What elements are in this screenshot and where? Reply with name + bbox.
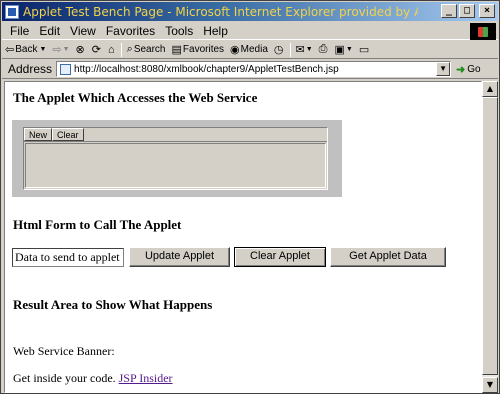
- maximize-button[interactable]: □: [459, 4, 475, 18]
- applet-toolbar: New Clear: [24, 128, 327, 142]
- page-icon: [60, 63, 72, 75]
- address-label: Address: [8, 62, 53, 76]
- back-button[interactable]: ⇦ Back ▼: [2, 42, 49, 58]
- footer-line: Get inside your code. JSP Insider: [13, 371, 173, 386]
- forward-arrow-icon: ⇨: [52, 44, 62, 56]
- search-label: Search: [133, 44, 166, 55]
- home-button[interactable]: ⌂: [105, 42, 119, 58]
- page-content: The Applet Which Accesses the Web Servic…: [4, 81, 482, 393]
- vertical-scrollbar[interactable]: ▲ ▼: [482, 81, 498, 393]
- history-button[interactable]: ◷: [271, 42, 288, 58]
- jsp-insider-link[interactable]: JSP Insider: [119, 371, 173, 385]
- media-label: Media: [240, 44, 268, 55]
- forward-button[interactable]: ⇨ ▼: [49, 42, 72, 58]
- edit-icon: ▣: [334, 44, 345, 56]
- get-applet-data-button[interactable]: Get Applet Data: [330, 247, 446, 267]
- discuss-icon: ▭: [358, 44, 370, 56]
- browser-window: Applet Test Bench Page - Microsoft Inter…: [0, 0, 500, 394]
- go-button[interactable]: ➜ Go: [456, 63, 481, 76]
- close-button[interactable]: ×: [479, 4, 495, 18]
- menu-file[interactable]: File: [2, 24, 34, 38]
- refresh-button[interactable]: ⟳: [89, 42, 105, 58]
- heading-result: Result Area to Show What Happens: [13, 297, 213, 312]
- applet-form: Data to send to applet Update Applet Cle…: [12, 247, 450, 267]
- minimize-button[interactable]: _: [441, 4, 457, 18]
- ie-page-icon: [5, 4, 19, 19]
- menu-bar: File Edit View Favorites Tools Help: [2, 22, 498, 40]
- scroll-up-icon[interactable]: ▲: [482, 81, 498, 97]
- web-service-banner-label: Web Service Banner:: [13, 344, 115, 358]
- scroll-thumb[interactable]: [482, 97, 498, 375]
- go-label: Go: [467, 63, 481, 75]
- clear-applet-button[interactable]: Clear Applet: [234, 247, 326, 267]
- print-button[interactable]: ⎙: [316, 42, 332, 58]
- window-title: Applet Test Bench Page - Microsoft Inter…: [23, 4, 418, 19]
- applet-clear-button[interactable]: Clear: [52, 128, 84, 141]
- address-bar: Address http://localhost:8080/xmlbook/ch…: [2, 60, 498, 79]
- stop-icon: ⊗: [75, 44, 85, 56]
- print-icon: ⎙: [318, 43, 328, 55]
- applet-frame: New Clear: [12, 120, 342, 197]
- toolbar: ⇦ Back ▼ ⇨ ▼ ⊗ ⟳ ⌂ ⌕ Search ▤ Favorites …: [2, 41, 498, 59]
- favorites-folder-icon: ▤: [171, 44, 182, 56]
- applet-text-area[interactable]: [25, 143, 326, 188]
- chevron-down-icon[interactable]: ▼: [436, 62, 451, 76]
- favorites-label: Favorites: [182, 44, 225, 55]
- heading-applet: The Applet Which Accesses the Web Servic…: [13, 90, 258, 105]
- scroll-down-icon[interactable]: ▼: [482, 377, 498, 393]
- stop-button[interactable]: ⊗: [73, 42, 89, 58]
- title-bar[interactable]: Applet Test Bench Page - Microsoft Inter…: [2, 2, 498, 21]
- search-button[interactable]: ⌕ Search: [124, 42, 169, 58]
- mail-button[interactable]: ✉ ▼: [293, 42, 316, 58]
- back-arrow-icon: ⇦: [5, 44, 15, 56]
- edit-button[interactable]: ▣ ▼: [331, 42, 355, 58]
- media-button[interactable]: ◉ Media: [227, 42, 271, 58]
- menu-edit[interactable]: Edit: [34, 24, 65, 38]
- heading-form: Html Form to Call The Applet: [13, 217, 182, 232]
- media-icon: ◉: [230, 44, 240, 56]
- update-applet-button[interactable]: Update Applet: [129, 247, 230, 267]
- applet-panel: New Clear: [23, 127, 328, 190]
- mail-icon: ✉: [295, 44, 305, 56]
- applet-new-button[interactable]: New: [24, 128, 53, 141]
- search-icon: ⌕: [126, 43, 133, 55]
- back-label: Back: [15, 44, 38, 55]
- footer-text: Get inside your code.: [13, 371, 116, 385]
- data-input[interactable]: Data to send to applet: [12, 247, 124, 267]
- address-url: http://localhost:8080/xmlbook/chapter9/A…: [74, 63, 339, 75]
- address-input[interactable]: http://localhost:8080/xmlbook/chapter9/A…: [56, 61, 452, 77]
- history-icon: ◷: [273, 44, 284, 56]
- go-arrow-icon: ➜: [456, 63, 466, 76]
- menu-tools[interactable]: Tools: [160, 24, 198, 38]
- discuss-button[interactable]: ▭: [356, 42, 373, 58]
- menu-favorites[interactable]: Favorites: [101, 24, 160, 38]
- favorites-button[interactable]: ▤ Favorites: [169, 42, 228, 58]
- menu-help[interactable]: Help: [198, 24, 233, 38]
- windows-logo-icon: [470, 23, 496, 40]
- refresh-icon: ⟳: [91, 44, 101, 56]
- menu-view[interactable]: View: [65, 24, 101, 38]
- home-icon: ⌂: [107, 43, 115, 56]
